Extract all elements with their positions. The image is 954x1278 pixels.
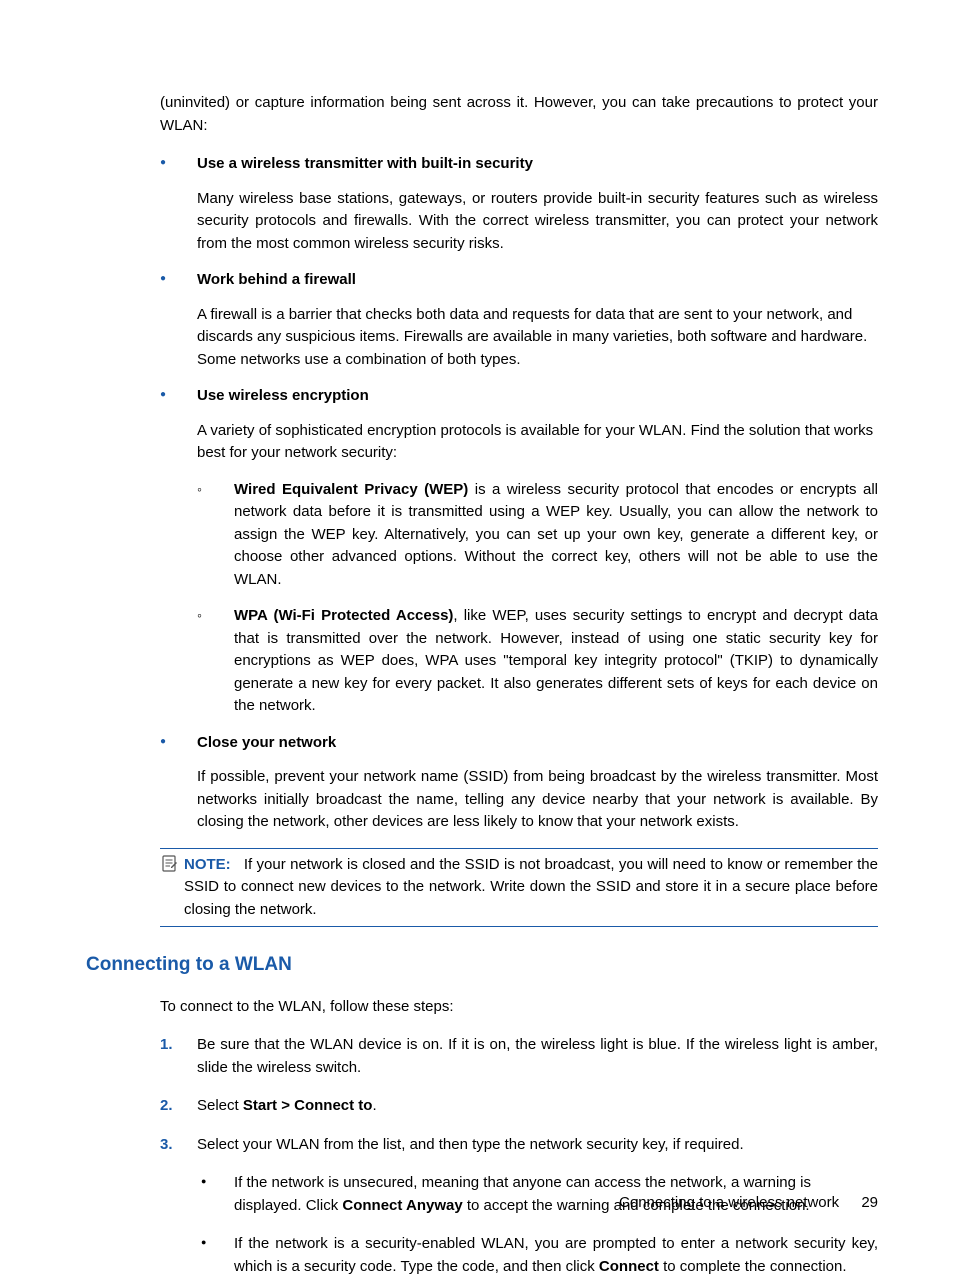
step-item: Be sure that the WLAN device is on. If i… [160, 1034, 878, 1079]
sub-text: Wired Equivalent Privacy (WEP) is a wire… [234, 479, 878, 592]
item-title: Work behind a firewall [197, 269, 878, 292]
section-heading: Connecting to a WLAN [86, 951, 878, 980]
note-body: If your network is closed and the SSID i… [184, 856, 878, 918]
footer-text: Connecting to a wireless network [619, 1194, 839, 1211]
sub-bullet: If the network is a security-enabled WLA… [197, 1233, 878, 1278]
note-label: NOTE: [184, 856, 231, 873]
t: to complete the connection. [659, 1258, 847, 1275]
step-sublist: If the network is unsecured, meaning tha… [197, 1172, 878, 1278]
encryption-sublist: Wired Equivalent Privacy (WEP) is a wire… [197, 479, 878, 718]
precautions-list: Use a wireless transmitter with built-in… [160, 153, 878, 834]
list-item: Use a wireless transmitter with built-in… [160, 153, 878, 255]
note-block: NOTE: If your network is closed and the … [160, 848, 878, 928]
item-body: A variety of sophisticated encryption pr… [197, 420, 878, 465]
step-text: Select Start > Connect to. [197, 1095, 878, 1118]
step-item: Select Start > Connect to. [160, 1095, 878, 1118]
intro-paragraph: (uninvited) or capture information being… [160, 92, 878, 137]
note-text: NOTE: If your network is closed and the … [184, 854, 878, 922]
sub-lead: Wired Equivalent Privacy (WEP) [234, 481, 468, 498]
t: If the network is a security-enabled WLA… [234, 1233, 878, 1278]
step-text: Be sure that the WLAN device is on. If i… [197, 1034, 878, 1079]
section-intro: To connect to the WLAN, follow these ste… [160, 996, 878, 1019]
menu-path: Start > Connect to [243, 1097, 373, 1114]
t: Select [197, 1097, 243, 1114]
button-name: Connect [599, 1258, 659, 1275]
list-item: Use wireless encryption A variety of sop… [160, 385, 878, 718]
sub-item: Wired Equivalent Privacy (WEP) is a wire… [197, 479, 878, 592]
page-footer: Connecting to a wireless network 29 [86, 1192, 878, 1215]
sub-item: WPA (Wi-Fi Protected Access), like WEP, … [197, 605, 878, 718]
t: . [372, 1097, 376, 1114]
step-text: Select your WLAN from the list, and then… [197, 1134, 878, 1157]
steps-list: Be sure that the WLAN device is on. If i… [160, 1034, 878, 1278]
list-item: Work behind a firewall A firewall is a b… [160, 269, 878, 371]
sub-lead: WPA (Wi-Fi Protected Access) [234, 607, 453, 624]
item-body: Many wireless base stations, gateways, o… [197, 188, 878, 256]
page-number: 29 [861, 1194, 878, 1211]
item-body: If possible, prevent your network name (… [197, 766, 878, 834]
item-title: Use a wireless transmitter with built-in… [197, 153, 878, 176]
item-title: Use wireless encryption [197, 385, 878, 408]
item-body: A firewall is a barrier that checks both… [197, 304, 878, 372]
note-icon [160, 855, 178, 873]
item-title: Close your network [197, 732, 878, 755]
list-item: Close your network If possible, prevent … [160, 732, 878, 834]
sub-text: WPA (Wi-Fi Protected Access), like WEP, … [234, 605, 878, 718]
